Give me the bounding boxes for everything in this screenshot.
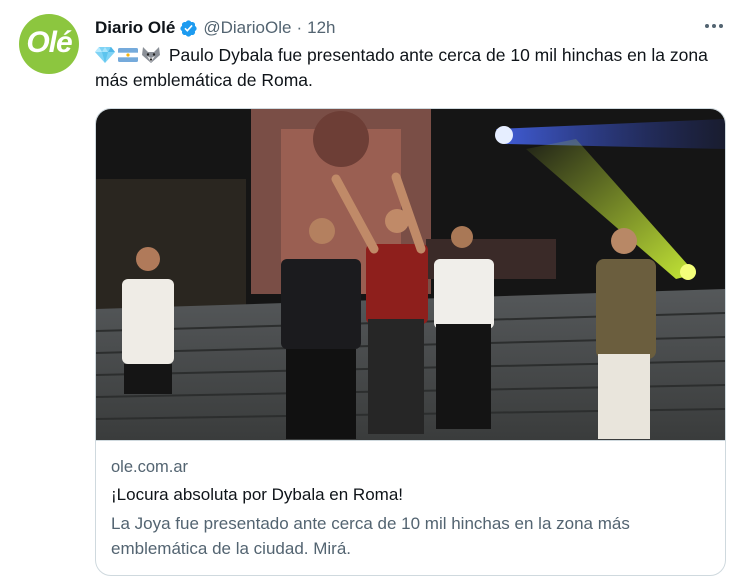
card-image[interactable] (96, 109, 725, 440)
tweet[interactable]: Olé Diario Olé @DiarioOle · 12h Paulo Dy… (0, 0, 746, 584)
argentina-flag-icon (118, 46, 138, 64)
tweet-text: Paulo Dybala fue presentado ante cerca d… (95, 43, 725, 93)
wolf-icon (141, 46, 161, 64)
more-options-icon[interactable] (700, 14, 728, 38)
timestamp[interactable]: 12h (307, 18, 335, 38)
verified-badge-icon (179, 19, 198, 38)
avatar-logo-text: Olé (26, 26, 72, 59)
handle[interactable]: @DiarioOle (203, 18, 291, 38)
card-description: La Joya fue presentado ante cerca de 10 … (111, 514, 630, 558)
avatar[interactable]: Olé (19, 14, 79, 74)
tweet-body-text: Paulo Dybala fue presentado ante cerca d… (95, 45, 708, 90)
card-body[interactable]: ole.com.ar ¡Locura absoluta por Dybala e… (96, 440, 725, 575)
gem-icon (95, 46, 115, 64)
tweet-header: Diario Olé @DiarioOle · 12h (95, 16, 335, 40)
card-domain: ole.com.ar (111, 458, 189, 476)
separator-dot: · (296, 18, 303, 37)
display-name[interactable]: Diario Olé (95, 18, 175, 38)
link-card[interactable]: ole.com.ar ¡Locura absoluta por Dybala e… (95, 108, 726, 576)
card-title: ¡Locura absoluta por Dybala en Roma! (111, 485, 403, 504)
